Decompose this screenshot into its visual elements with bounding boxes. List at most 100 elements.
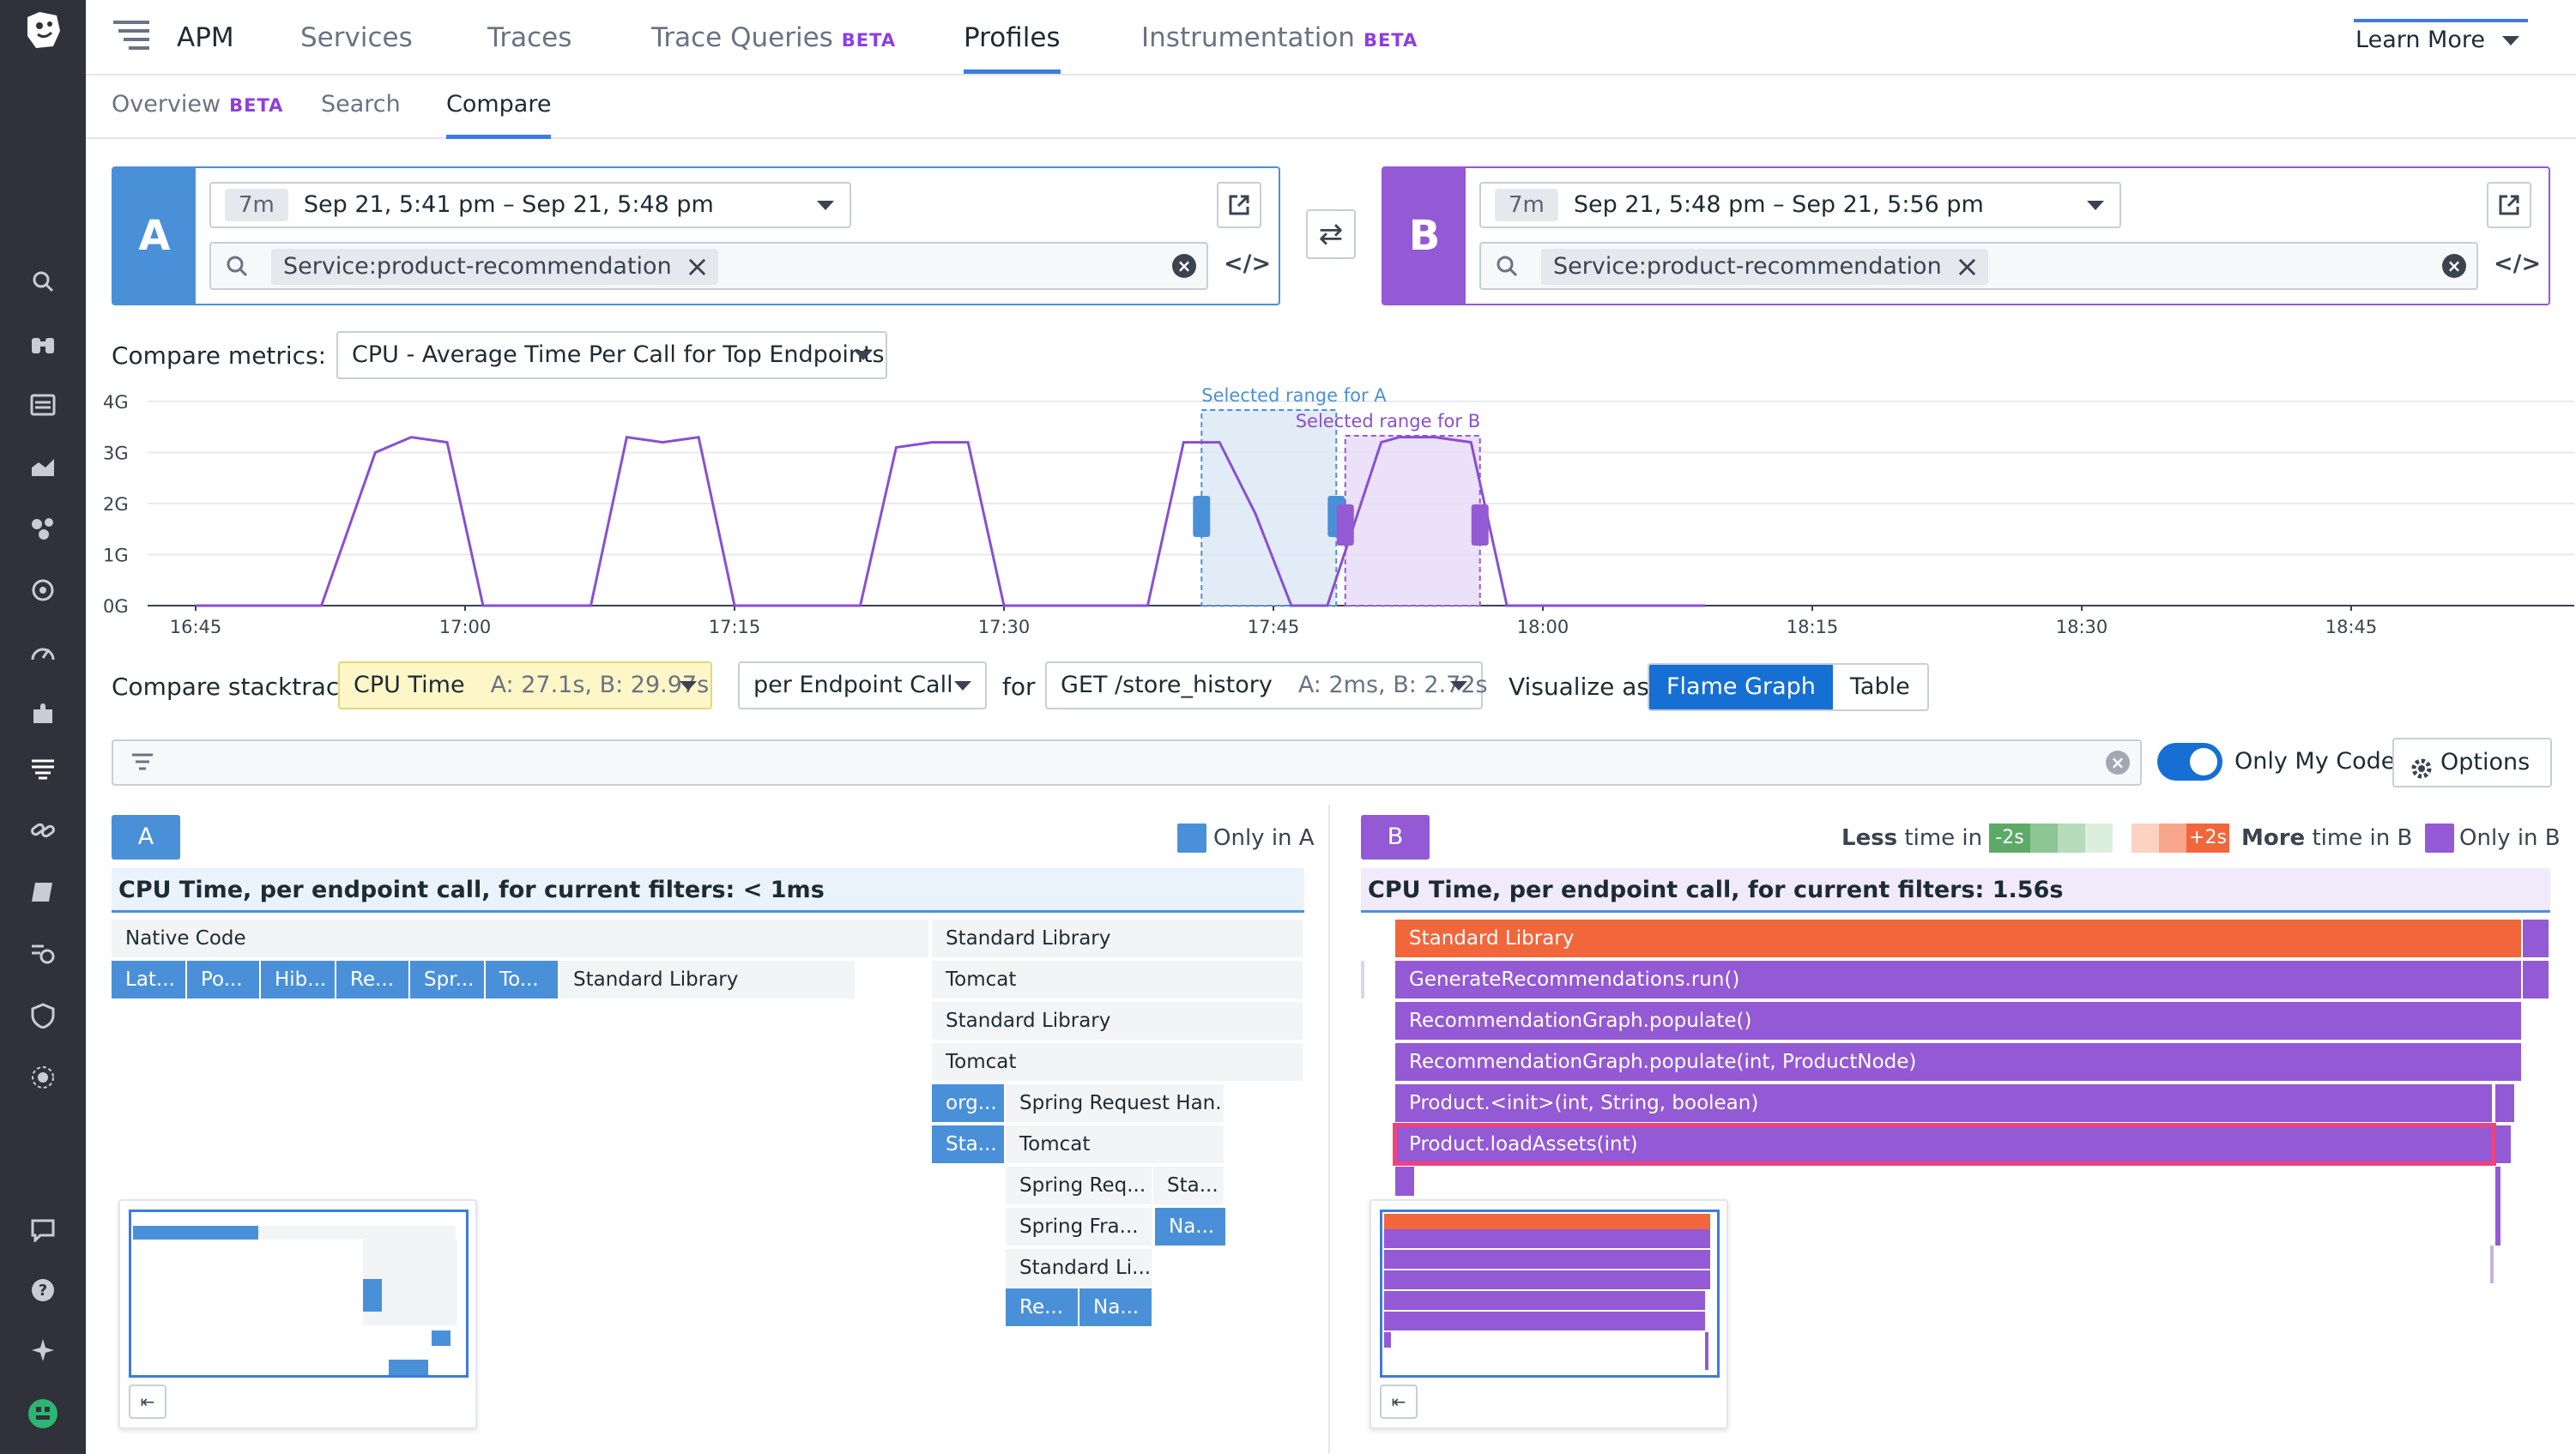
logs-icon[interactable] bbox=[26, 937, 60, 971]
code-icon[interactable]: </> bbox=[1224, 250, 1271, 277]
security-icon[interactable] bbox=[26, 998, 60, 1033]
tab-overview[interactable]: Overview BETA bbox=[112, 91, 283, 139]
flame-frame[interactable]: Spr... bbox=[410, 961, 486, 998]
range-drag-handle[interactable] bbox=[1336, 504, 1354, 546]
nav-trace-queries[interactable]: Trace Queries BETA bbox=[651, 0, 896, 75]
flame-b-minimap[interactable]: ⇤ bbox=[1370, 1199, 1728, 1429]
code-icon[interactable]: </> bbox=[2494, 250, 2541, 277]
per-select[interactable]: per Endpoint Call bbox=[738, 661, 987, 709]
flame-frame[interactable]: Standard Library bbox=[1395, 920, 2523, 957]
endpoint-select[interactable]: GET /store_history A: 2ms, B: 2.72s bbox=[1045, 661, 1488, 709]
time-range-b-select[interactable]: 7m Sep 21, 5:48 pm – Sep 21, 5:56 pm bbox=[1479, 182, 2121, 228]
stacktrace-type-select[interactable]: CPU Time A: 27.1s, B: 29.97s bbox=[338, 661, 712, 709]
notebook-icon[interactable] bbox=[26, 875, 60, 909]
flame-frame[interactable]: org... bbox=[932, 1084, 1006, 1122]
help-icon[interactable]: ? bbox=[26, 1273, 60, 1307]
flame-frame[interactable]: Hib... bbox=[261, 961, 336, 998]
link-icon[interactable] bbox=[26, 813, 60, 848]
flame-frame-highlighted[interactable]: Product.loadAssets(int) bbox=[1393, 1123, 2496, 1166]
gauge-icon[interactable] bbox=[26, 635, 60, 669]
integrations-icon[interactable] bbox=[26, 697, 60, 731]
flame-frame[interactable]: Standard Library bbox=[559, 961, 856, 998]
chat-icon[interactable] bbox=[26, 1213, 60, 1247]
service-filter-chip[interactable]: Service:product-recommendation × bbox=[271, 249, 718, 285]
table-toggle[interactable]: Table bbox=[1832, 665, 1927, 709]
user-avatar-icon[interactable] bbox=[26, 1397, 60, 1431]
flame-frame[interactable]: Spring Req... bbox=[1006, 1167, 1153, 1204]
flame-frame[interactable]: Tomcat bbox=[1006, 1125, 1225, 1163]
flame-frame[interactable]: RecommendationGraph.populate() bbox=[1395, 1002, 2523, 1040]
dashboards-icon[interactable] bbox=[26, 388, 60, 422]
collapse-minimap-icon[interactable]: ⇤ bbox=[129, 1385, 166, 1419]
flame-frame[interactable]: Spring Request Han... bbox=[1006, 1084, 1225, 1122]
flame-frame[interactable] bbox=[2523, 920, 2550, 957]
range-drag-handle[interactable] bbox=[1471, 504, 1489, 546]
range-drag-handle[interactable] bbox=[1193, 496, 1211, 537]
compare-metrics-select[interactable]: CPU - Average Time Per Call for Top Endp… bbox=[336, 331, 887, 379]
only-my-code-switch[interactable] bbox=[2157, 743, 2222, 781]
nav-instrumentation[interactable]: Instrumentation BETA bbox=[1141, 0, 1418, 75]
service-filter-chip[interactable]: Service:product-recommendation × bbox=[1541, 249, 1988, 285]
flame-a-minimap[interactable]: ⇤ bbox=[118, 1199, 477, 1429]
open-external-icon[interactable] bbox=[2487, 182, 2531, 228]
datadog-logo-icon[interactable] bbox=[19, 5, 67, 53]
flame-frame[interactable]: Sta... bbox=[1153, 1167, 1225, 1204]
tab-compare[interactable]: Compare bbox=[446, 91, 552, 139]
minimap-viewport[interactable] bbox=[129, 1210, 469, 1378]
flame-frame[interactable]: GenerateRecommendations.run() bbox=[1395, 961, 2523, 998]
metrics-icon[interactable] bbox=[26, 449, 60, 484]
query-b-search-bar[interactable]: Service:product-recommendation × × bbox=[1479, 242, 2478, 290]
monitors-icon[interactable] bbox=[26, 573, 60, 607]
clear-search-icon[interactable]: × bbox=[2442, 254, 2466, 278]
nav-services[interactable]: Services bbox=[300, 0, 413, 75]
flame-frame[interactable]: Re... bbox=[336, 961, 410, 998]
flame-frame[interactable]: Native Code bbox=[112, 920, 930, 957]
flame-frame[interactable]: To... bbox=[486, 961, 559, 998]
flame-frame[interactable]: Re... bbox=[1006, 1288, 1079, 1326]
flame-frame[interactable]: Standard Li... bbox=[1006, 1249, 1153, 1287]
apm-menu-icon[interactable] bbox=[112, 19, 151, 57]
swap-queries-button[interactable]: ⇄ bbox=[1306, 209, 1356, 259]
flame-frame[interactable] bbox=[2495, 1084, 2516, 1122]
flame-frame[interactable] bbox=[2495, 1125, 2513, 1163]
minimap-viewport[interactable] bbox=[1380, 1210, 1720, 1378]
search-icon[interactable] bbox=[26, 264, 60, 299]
flame-frame[interactable]: Tomcat bbox=[932, 1043, 1304, 1081]
flame-frame[interactable] bbox=[2523, 961, 2550, 998]
flame-frame[interactable]: Tomcat bbox=[932, 961, 1304, 998]
metrics-chart[interactable]: 4G 3G 2G 1G 0G 16:45 17:00 17:15 17:30 17:45 18:00… bbox=[103, 384, 2576, 633]
open-external-icon[interactable] bbox=[1217, 182, 1261, 228]
infrastructure-icon[interactable] bbox=[26, 511, 60, 546]
ux-monitoring-icon[interactable] bbox=[26, 1060, 60, 1095]
flame-frame[interactable]: Spring Fra... bbox=[1006, 1208, 1153, 1246]
flame-frame[interactable]: Po... bbox=[187, 961, 261, 998]
close-icon[interactable]: × bbox=[685, 249, 710, 285]
flame-frame[interactable]: RecommendationGraph.populate(int, Produc… bbox=[1395, 1043, 2523, 1081]
minimap-frame bbox=[1384, 1332, 1391, 1348]
time-range-a-select[interactable]: 7m Sep 21, 5:41 pm – Sep 21, 5:48 pm bbox=[209, 182, 851, 228]
flame-frame[interactable]: Standard Library bbox=[932, 920, 1304, 957]
apm-title[interactable]: APM bbox=[177, 0, 234, 75]
close-icon[interactable]: × bbox=[1955, 249, 1980, 285]
clear-search-icon[interactable]: × bbox=[1172, 254, 1196, 278]
flame-frame[interactable]: Sta... bbox=[932, 1125, 1006, 1163]
sparkle-icon[interactable] bbox=[26, 1333, 60, 1367]
flame-frame[interactable]: Na... bbox=[1079, 1288, 1153, 1326]
nav-profiles[interactable]: Profiles bbox=[964, 0, 1061, 75]
flame-frame[interactable]: Standard Library bbox=[932, 1002, 1304, 1040]
binoculars-icon[interactable] bbox=[26, 326, 60, 360]
tab-search[interactable]: Search bbox=[321, 91, 401, 139]
flame-graph-toggle[interactable]: Flame Graph bbox=[1649, 665, 1833, 709]
apm-icon[interactable] bbox=[26, 751, 60, 786]
query-a-search-bar[interactable]: Service:product-recommendation × × bbox=[209, 242, 1208, 290]
nav-traces[interactable]: Traces bbox=[487, 0, 571, 75]
flame-frame[interactable]: Na... bbox=[1155, 1208, 1227, 1246]
learn-more-button[interactable]: Learn More bbox=[2354, 19, 2528, 58]
options-button[interactable]: Options bbox=[2392, 738, 2552, 787]
clear-filter-icon[interactable]: × bbox=[2106, 751, 2130, 775]
flame-frame[interactable]: Product.<init>(int, String, boolean) bbox=[1395, 1084, 2494, 1122]
collapse-minimap-icon[interactable]: ⇤ bbox=[1380, 1385, 1418, 1419]
flame-frame[interactable] bbox=[1395, 1167, 1416, 1196]
flame-frame[interactable]: Lat... bbox=[112, 961, 187, 998]
stack-filter-input[interactable]: × bbox=[112, 739, 2142, 786]
